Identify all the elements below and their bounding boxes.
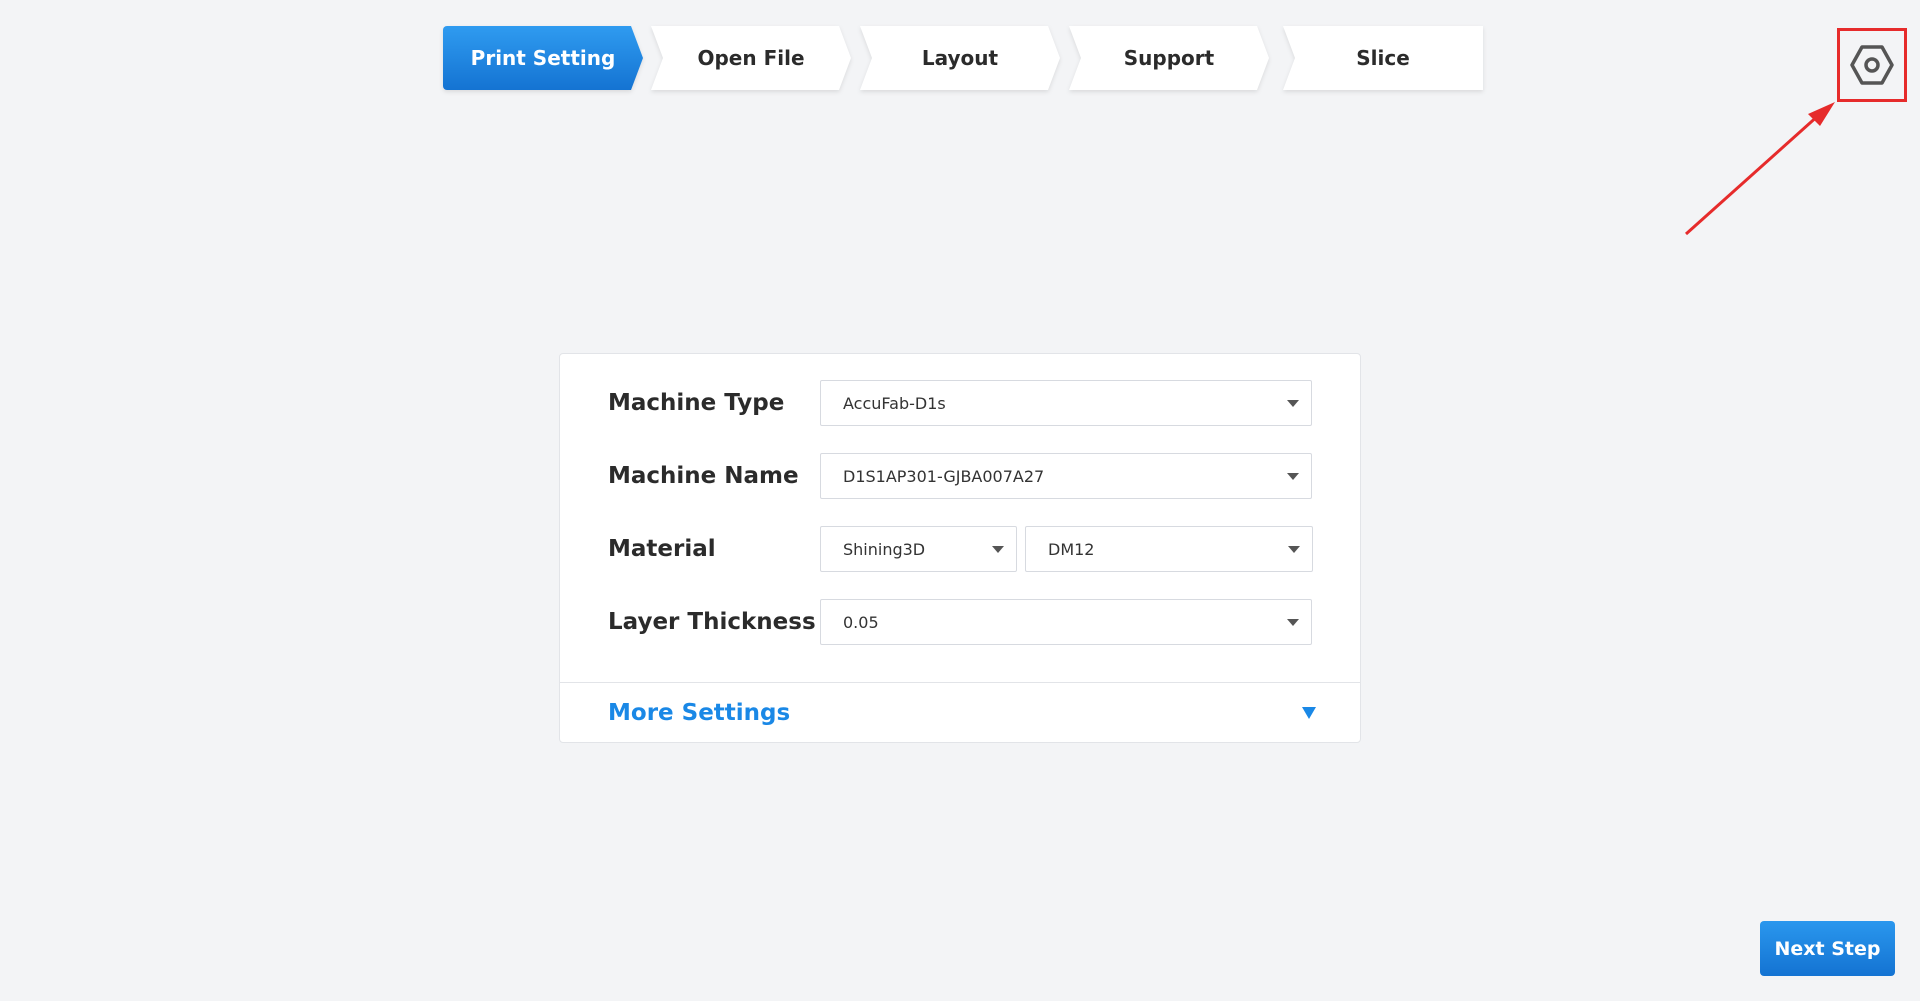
machine-type-row: Machine Type AccuFab-D1s <box>608 379 1312 427</box>
step-label: Open File <box>697 46 805 70</box>
machine-type-label: Machine Type <box>608 390 785 416</box>
layer-thickness-label: Layer Thickness <box>608 609 816 635</box>
hexagon-gear-icon <box>1850 45 1894 85</box>
material-brand-value: Shining3D <box>843 539 926 559</box>
settings-button[interactable] <box>1837 28 1907 102</box>
material-brand-select[interactable]: Shining3D <box>820 526 1017 572</box>
layer-thickness-value: 0.05 <box>843 612 879 632</box>
more-settings-toggle[interactable]: More Settings <box>608 683 1316 743</box>
step-label: Layout <box>921 46 999 70</box>
step-print-setting[interactable]: Print Setting <box>443 26 643 90</box>
material-resin-value: DM12 <box>1048 539 1095 559</box>
step-bar: Print Setting Open File Layout Support S… <box>443 26 1483 90</box>
chevron-down-icon <box>1287 473 1299 480</box>
machine-type-value: AccuFab-D1s <box>843 393 946 413</box>
machine-name-select[interactable]: D1S1AP301-GJBA007A27 <box>820 453 1312 499</box>
material-row: Material Shining3D DM12 <box>608 525 1313 573</box>
material-resin-select[interactable]: DM12 <box>1025 526 1313 572</box>
chevron-down-icon <box>1288 546 1300 553</box>
machine-name-row: Machine Name D1S1AP301-GJBA007A27 <box>608 452 1312 500</box>
step-label: Slice <box>1356 46 1410 70</box>
machine-name-value: D1S1AP301-GJBA007A27 <box>843 466 1045 486</box>
layer-thickness-row: Layer Thickness 0.05 <box>608 598 1312 646</box>
step-label: Support <box>1123 46 1215 70</box>
chevron-down-icon <box>1287 400 1299 407</box>
step-support[interactable]: Support <box>1069 26 1269 90</box>
step-layout[interactable]: Layout <box>860 26 1060 90</box>
step-open-file[interactable]: Open File <box>651 26 851 90</box>
app-page: Print Setting Open File Layout Support S… <box>0 0 1920 1001</box>
next-step-button[interactable]: Next Step <box>1760 921 1895 976</box>
layer-thickness-select[interactable]: 0.05 <box>820 599 1312 645</box>
triangle-down-icon <box>1302 707 1316 719</box>
machine-name-label: Machine Name <box>608 463 799 489</box>
machine-type-select[interactable]: AccuFab-D1s <box>820 380 1312 426</box>
step-slice[interactable]: Slice <box>1283 26 1483 90</box>
step-label: Print Setting <box>470 46 616 70</box>
chevron-down-icon <box>992 546 1004 553</box>
more-settings-label: More Settings <box>608 700 791 726</box>
annotation-arrow <box>1684 102 1835 236</box>
material-label: Material <box>608 536 716 562</box>
print-settings-card: Machine Type AccuFab-D1s Machine Name D1… <box>559 353 1361 743</box>
chevron-down-icon <box>1287 619 1299 626</box>
